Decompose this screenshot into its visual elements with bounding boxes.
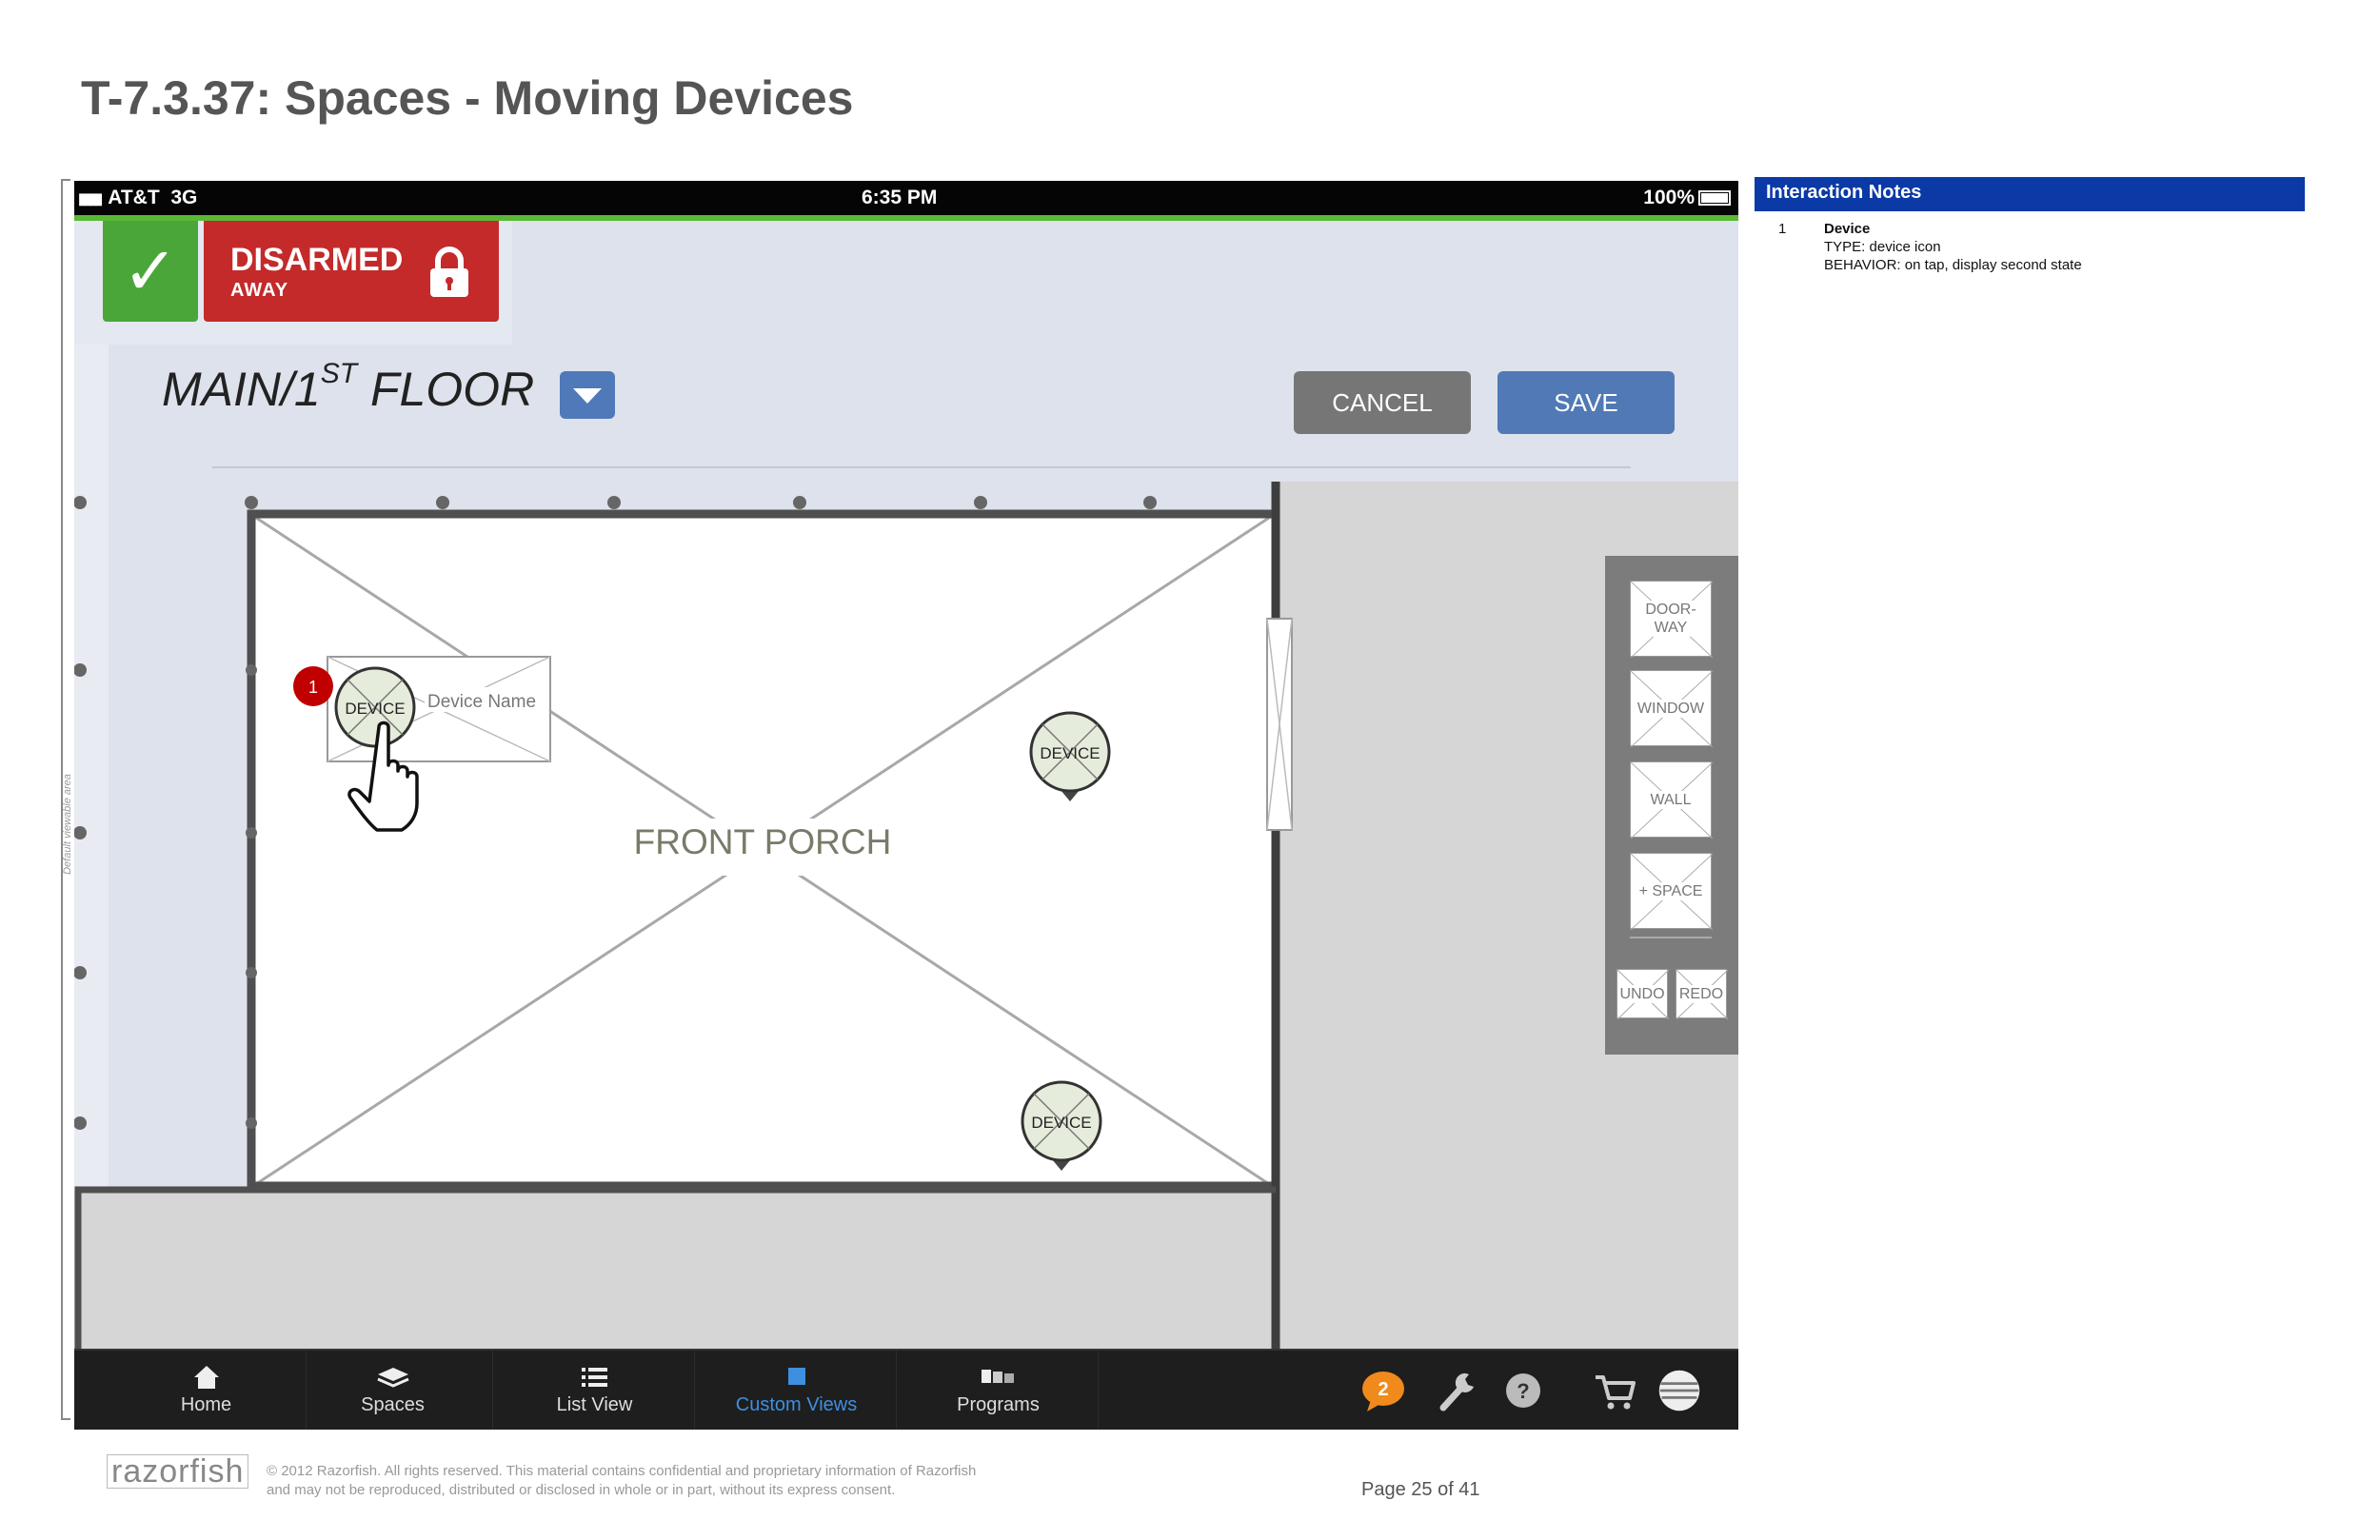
redo-label: REDO [1676,970,1726,1017]
home-icon [193,1366,219,1389]
floor-plan-canvas[interactable]: FRONT PORCH Device Name DEVICE 1 DEVICE [74,181,1738,1430]
grid-dot [974,496,987,509]
wall[interactable] [74,1186,1276,1349]
grid-dot [245,496,258,509]
grid-dot [1143,496,1157,509]
tab-custom-views-label: Custom Views [735,1394,858,1415]
interaction-notes-header: Interaction Notes [1755,177,2305,211]
note-behavior: BEHAVIOR: on tap, display second state [1824,257,2082,273]
viewable-area-label: Default viewable area [61,774,73,875]
room-name: FRONT PORCH [634,822,892,861]
wall-tool-label: WALL [1631,762,1711,837]
grid-dot [436,496,449,509]
tab-spaces-label: Spaces [361,1394,425,1415]
tab-custom-views[interactable]: Custom Views [697,1351,897,1430]
undo-label: UNDO [1617,970,1667,1017]
window-tool-text: WINDOW [1635,699,1707,718]
copyright-line-2: and may not be reproduced, distributed o… [267,1482,896,1498]
grid-dot [246,664,257,676]
callout-number: 1 [308,678,318,697]
undo-text: UNDO [1617,984,1667,1003]
doorway-tool[interactable]: DOOR- WAY [1630,581,1713,658]
grid-dot [74,1116,87,1130]
wrench-icon[interactable] [1438,1368,1479,1413]
add-space-tool-text: + SPACE [1636,881,1705,900]
tab-list-view-label: List View [556,1394,633,1415]
redo-button[interactable]: REDO [1676,969,1728,1019]
palette-divider [1630,937,1712,938]
grid-dot [793,496,806,509]
layers-icon [376,1368,409,1388]
help-icon[interactable]: ? [1502,1368,1544,1413]
tab-programs[interactable]: Programs [899,1351,1099,1430]
tab-list-view[interactable]: List View [495,1351,695,1430]
message-count: 2 [1378,1379,1388,1400]
grid-dot [74,966,87,979]
att-globe-icon[interactable] [1655,1368,1704,1413]
custom-views-icon [787,1368,805,1385]
grid-dot [246,1117,257,1129]
list-icon [581,1368,607,1387]
grid-dot [74,663,87,677]
tab-spaces[interactable]: Spaces [293,1351,493,1430]
svg-text:?: ? [1517,1379,1529,1403]
grid-dot [246,967,257,978]
device-label: DEVICE [1031,1114,1091,1132]
note-number: 1 [1778,221,1787,237]
programs-icon [981,1370,1014,1383]
doorway-tool-label: DOOR- WAY [1631,582,1711,656]
window-tool[interactable]: WINDOW [1630,670,1713,747]
wall-tool[interactable]: WALL [1630,761,1713,839]
doorway-line1: DOOR- [1645,602,1696,618]
copyright-line-1: © 2012 Razorfish. All rights reserved. T… [267,1463,977,1479]
add-space-tool[interactable]: + SPACE [1630,853,1713,930]
tab-programs-label: Programs [957,1394,1040,1415]
tab-home-label: Home [180,1394,232,1415]
grid-dot [246,827,257,839]
tablet-screen: ▮▮▮▮ AT&T 3G 6:35 PM 100% ✓ DISARMED AWAY… [74,181,1738,1430]
note-type: TYPE: device icon [1824,239,1941,255]
device-name-text: Device Name [427,692,536,712]
device-label: DEVICE [345,700,405,718]
grid-dot [74,496,87,509]
add-space-tool-label: + SPACE [1631,854,1711,928]
grid-dot [607,496,621,509]
tab-home[interactable]: Home [107,1351,307,1430]
window-tool-label: WINDOW [1631,671,1711,745]
bottom-tab-bar: Home Spaces List View Custom Views Progr… [74,1349,1738,1430]
messages-icon[interactable]: 2 [1359,1368,1407,1413]
grid-dot [74,826,87,839]
undo-button[interactable]: UNDO [1616,969,1669,1019]
copyright-notice: © 2012 Razorfish. All rights reserved. T… [267,1462,976,1500]
razorfish-logo: razorfish [107,1454,249,1489]
page-number: Page 25 of 41 [1361,1479,1480,1500]
doorway-line2: WAY [1654,620,1688,636]
device-icon-selected[interactable]: DEVICE [334,666,416,748]
document-title: T-7.3.37: Spaces - Moving Devices [81,71,854,125]
note-title: Device [1824,221,1871,237]
tool-palette: DOOR- WAY WINDOW WALL + SPACE UNDO REDO [1605,556,1738,1055]
wall-tool-text: WALL [1648,790,1694,809]
device-label: DEVICE [1040,744,1100,762]
cart-icon[interactable] [1592,1368,1637,1413]
redo-text: REDO [1676,984,1726,1003]
